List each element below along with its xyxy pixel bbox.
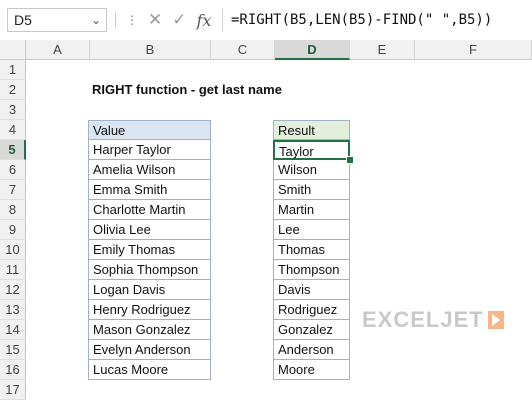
row-header-15[interactable]: 15: [0, 340, 26, 360]
value-table: Value Harper Taylor Amelia Wilson Emma S…: [88, 120, 211, 380]
row-header-16[interactable]: 16: [0, 360, 26, 380]
worksheet-grid[interactable]: A B C D E F 1 2 3 4 5 6 7 8 9 10 11 12 1…: [0, 40, 532, 400]
column-header-c[interactable]: C: [211, 40, 275, 60]
result-cell[interactable]: Anderson: [273, 340, 350, 360]
row-header-12[interactable]: 12: [0, 280, 26, 300]
result-cell[interactable]: Thomas: [273, 240, 350, 260]
value-cell[interactable]: Emma Smith: [88, 180, 211, 200]
value-cell[interactable]: Henry Rodriguez: [88, 300, 211, 320]
value-cell[interactable]: Mason Gonzalez: [88, 320, 211, 340]
result-header[interactable]: Result: [273, 120, 350, 140]
insert-function-icon[interactable]: fx: [197, 11, 212, 30]
result-cell[interactable]: Rodriguez: [273, 300, 350, 320]
fill-handle[interactable]: [346, 156, 354, 164]
row-header-11[interactable]: 11: [0, 260, 26, 280]
value-cell[interactable]: Lucas Moore: [88, 360, 211, 380]
value-header[interactable]: Value: [88, 120, 211, 140]
result-cell[interactable]: Thompson: [273, 260, 350, 280]
name-box-value: D5: [14, 12, 32, 28]
value-cell[interactable]: Logan Davis: [88, 280, 211, 300]
row-header-6[interactable]: 6: [0, 160, 26, 180]
value-cell[interactable]: Olivia Lee: [88, 220, 211, 240]
name-box[interactable]: D5 ⌄: [7, 8, 107, 32]
value-cell[interactable]: Sophia Thompson: [88, 260, 211, 280]
row-header-7[interactable]: 7: [0, 180, 26, 200]
chevron-down-icon[interactable]: ⌄: [91, 9, 101, 31]
result-cell[interactable]: Lee: [273, 220, 350, 240]
select-all-corner[interactable]: [0, 40, 26, 60]
row-header-13[interactable]: 13: [0, 300, 26, 320]
column-header-e[interactable]: E: [350, 40, 415, 60]
column-header-d[interactable]: D: [275, 40, 350, 60]
row-header-10[interactable]: 10: [0, 240, 26, 260]
logo-mark-icon: [487, 311, 504, 329]
row-header-8[interactable]: 8: [0, 200, 26, 220]
value-cell[interactable]: Harper Taylor: [88, 140, 211, 160]
row-header-4[interactable]: 4: [0, 120, 26, 140]
row-header-3[interactable]: 3: [0, 100, 26, 120]
result-table: Result Taylor Wilson Smith Martin Lee Th…: [273, 120, 354, 380]
row-header-1[interactable]: 1: [0, 60, 26, 80]
row-header-5[interactable]: 5: [0, 140, 26, 160]
formula-bar-divider: [115, 12, 116, 28]
column-header-a[interactable]: A: [26, 40, 90, 60]
cancel-icon[interactable]: ✕: [148, 10, 162, 30]
exceljet-logo: EXCELJET: [362, 307, 504, 333]
result-cell[interactable]: Davis: [273, 280, 350, 300]
column-header-b[interactable]: B: [90, 40, 211, 60]
logo-text: EXCELJET: [362, 307, 484, 332]
formula-bar: D5 ⌄ ⋮ ✕ ✓ fx =RIGHT(B5,LEN(B5)-FIND(" "…: [0, 0, 532, 41]
value-cell[interactable]: Emily Thomas: [88, 240, 211, 260]
sheet-title: RIGHT function - get last name: [92, 82, 282, 97]
result-cell-active[interactable]: Taylor: [273, 140, 350, 160]
row-header-17[interactable]: 17: [0, 380, 26, 400]
formula-bar-icons: ⋮ ✕ ✓ fx: [126, 8, 211, 32]
result-cell[interactable]: Martin: [273, 200, 350, 220]
result-cell[interactable]: Moore: [273, 360, 350, 380]
value-cell[interactable]: Amelia Wilson: [88, 160, 211, 180]
enter-icon[interactable]: ✓: [172, 10, 186, 30]
value-cell[interactable]: Charlotte Martin: [88, 200, 211, 220]
row-header-2[interactable]: 2: [0, 80, 26, 100]
result-cell[interactable]: Wilson: [273, 160, 350, 180]
value-cell[interactable]: Evelyn Anderson: [88, 340, 211, 360]
more-options-icon[interactable]: ⋮: [126, 13, 138, 27]
row-header-14[interactable]: 14: [0, 320, 26, 340]
column-header-f[interactable]: F: [415, 40, 532, 60]
formula-input[interactable]: =RIGHT(B5,LEN(B5)-FIND(" ",B5)): [222, 8, 528, 32]
row-header-9[interactable]: 9: [0, 220, 26, 240]
result-cell[interactable]: Smith: [273, 180, 350, 200]
result-cell[interactable]: Gonzalez: [273, 320, 350, 340]
